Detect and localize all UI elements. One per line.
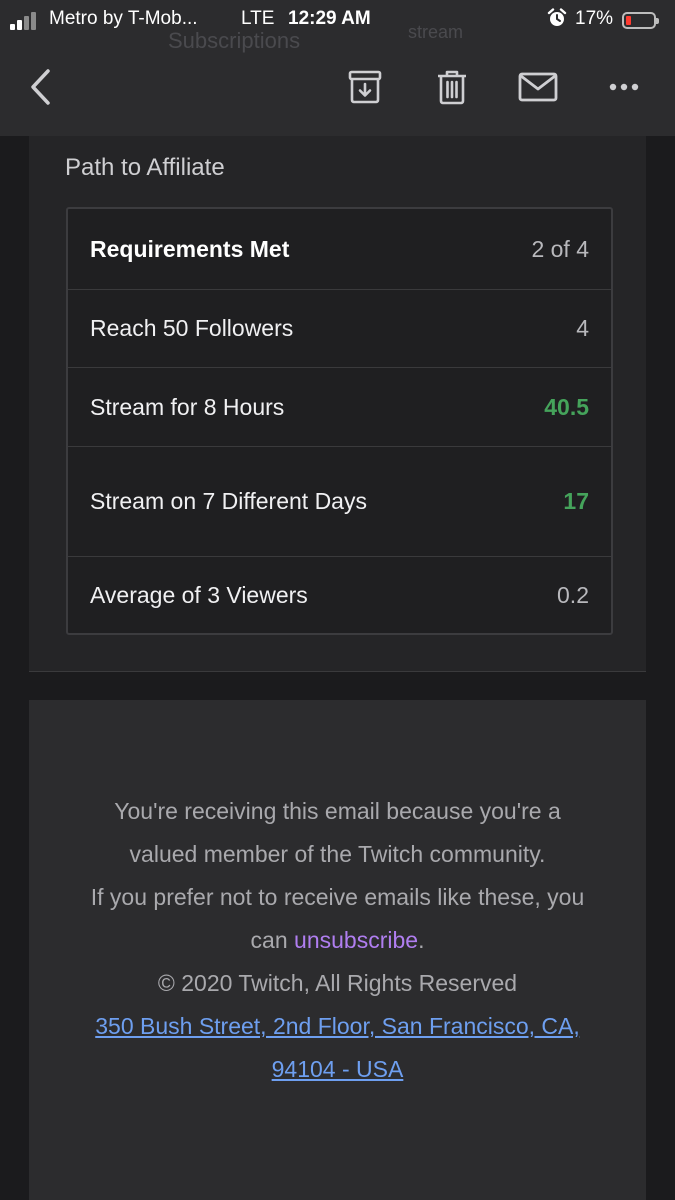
unsubscribe-link[interactable]: unsubscribe: [294, 927, 418, 953]
clock: 12:29 AM: [288, 8, 371, 29]
requirement-value: 0.2: [557, 581, 589, 608]
archive-button[interactable]: [343, 64, 387, 110]
carrier-name: Metro by T-Mob...: [49, 8, 198, 29]
table-header-row: Requirements Met 2 of 4: [68, 209, 611, 289]
table-row: Stream on 7 Different Days 17: [68, 446, 611, 556]
affiliate-section: Path to Affiliate Requirements Met 2 of …: [29, 136, 646, 672]
mail-button[interactable]: [515, 64, 561, 110]
mail-icon: [518, 72, 558, 102]
back-chevron-icon: [31, 69, 50, 105]
address-link[interactable]: 350 Bush Street, 2nd Floor, San Francisc…: [95, 1013, 580, 1082]
alarm-icon: [547, 8, 567, 28]
requirements-met-label: Requirements Met: [90, 235, 290, 262]
footer-unsubscribe-suffix: .: [418, 927, 425, 953]
requirement-value: 17: [563, 488, 589, 514]
footer-text: You're receiving this email because you'…: [29, 790, 646, 1091]
table-row: Stream for 8 Hours 40.5: [68, 367, 611, 446]
table-row: Reach 50 Followers 4: [68, 289, 611, 367]
status-bar: Metro by T-Mob... LTE 12:29 AM 17%: [0, 6, 675, 34]
requirement-label: Stream on 7 Different Days: [90, 488, 367, 514]
requirement-label: Average of 3 Viewers: [90, 581, 308, 608]
requirements-met-value: 2 of 4: [531, 235, 589, 262]
trash-button[interactable]: [430, 64, 474, 110]
email-footer: You're receiving this email because you'…: [29, 700, 646, 1200]
table-row: Average of 3 Viewers 0.2: [68, 556, 611, 633]
top-bar: Subscriptions stream Metro by T-Mob... L…: [0, 0, 675, 136]
archive-icon: [348, 70, 382, 104]
trash-icon: [438, 70, 466, 105]
network-type: LTE: [241, 8, 275, 29]
more-icon: [609, 83, 639, 91]
requirement-label: Reach 50 Followers: [90, 315, 294, 341]
requirement-label: Stream for 8 Hours: [90, 393, 285, 420]
footer-unsubscribe-line: If you prefer not to receive emails like…: [29, 876, 646, 962]
battery-percent: 17%: [575, 8, 614, 29]
back-button[interactable]: [20, 64, 60, 110]
requirement-value: 4: [576, 315, 589, 341]
battery-icon: [622, 12, 659, 29]
requirements-table: Requirements Met 2 of 4 Reach 50 Followe…: [66, 207, 613, 635]
address-wrapper: 350 Bush Street, 2nd Floor, San Francisc…: [29, 1005, 646, 1091]
signal-icon: [10, 12, 40, 30]
requirement-value: 40.5: [544, 393, 589, 420]
copyright-text: © 2020 Twitch, All Rights Reserved: [157, 970, 518, 996]
more-button[interactable]: [604, 64, 644, 110]
section-title: Path to Affiliate: [65, 154, 225, 181]
footer-notice: You're receiving this email because you'…: [114, 798, 561, 867]
